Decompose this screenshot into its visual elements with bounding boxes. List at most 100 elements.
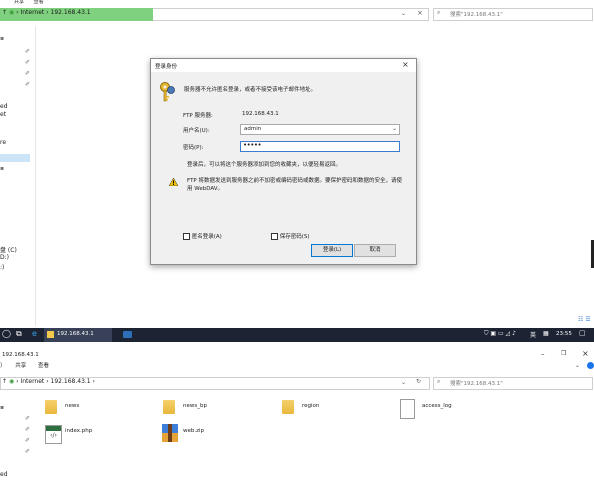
window-title: 192.168.43.1	[2, 352, 39, 358]
chevron-down-icon[interactable]: ⌄	[392, 125, 397, 132]
crumb-host[interactable]: 192.168.43.1	[51, 378, 91, 385]
crumb-sep-icon: ›	[92, 378, 95, 385]
pin-icon[interactable]: ✐	[25, 448, 30, 455]
view-toggle-icon[interactable]: ☷ ☰	[578, 316, 591, 323]
pin-icon[interactable]: ✐	[25, 81, 30, 88]
address-path[interactable]: ↑ ◉ › Internet › 192.168.43.1 ›	[2, 378, 95, 385]
sidebar-item[interactable]: re	[0, 139, 6, 146]
folder-icon[interactable]	[45, 400, 57, 414]
chevron-down-icon[interactable]: ⌄	[575, 362, 580, 369]
pin-icon[interactable]: ✐	[25, 48, 30, 55]
sidebar-item[interactable]: et	[0, 111, 6, 118]
maximize-icon[interactable]: ❐	[561, 350, 566, 357]
crumb-sep-icon: ›	[46, 9, 49, 16]
folder-icon[interactable]	[282, 400, 294, 414]
sidebar-selected-item[interactable]	[0, 154, 30, 162]
up-arrow-icon[interactable]: ↑	[2, 9, 7, 16]
app-icon[interactable]	[123, 331, 132, 338]
file-icon[interactable]	[400, 399, 415, 419]
file-item-name[interactable]: news	[65, 403, 79, 409]
ftp-server-value: 192.168.43.1	[242, 111, 279, 117]
login-button[interactable]: 登录(L)	[311, 244, 353, 257]
top-menu: 共享 查看	[0, 0, 44, 5]
dialog-titlebar	[151, 59, 416, 72]
anonymous-label: 匿名登录(A)	[191, 234, 222, 240]
address-path[interactable]: ↑ ◉ › Internet › 192.168.43.1	[2, 9, 91, 16]
globe-icon: ◉	[8, 378, 15, 385]
menu-share[interactable]: 共享	[15, 363, 26, 369]
chevron-down-icon[interactable]: ⌄	[401, 10, 406, 17]
chevron-down-icon[interactable]: ⌄	[401, 379, 406, 386]
username-combobox[interactable]	[240, 124, 400, 135]
dialog-close-icon[interactable]: ×	[402, 60, 409, 69]
globe-icon: ◉	[8, 9, 15, 16]
menu-view[interactable]: 查看	[38, 363, 49, 369]
sidebar-item[interactable]: ed	[0, 103, 8, 110]
menu-share[interactable]: 共享	[14, 0, 24, 5]
close-window-icon[interactable]: ×	[582, 349, 589, 358]
crumb-host[interactable]: 192.168.43.1	[51, 9, 91, 16]
pin-icon[interactable]: ✐	[25, 59, 30, 66]
crumb-internet[interactable]: Internet	[20, 378, 44, 385]
sidebar-item[interactable]: ed	[0, 471, 8, 478]
sidebar-item-icon[interactable]: ▪	[0, 165, 4, 172]
keyboard-icon[interactable]: ▦	[543, 330, 549, 337]
edge-icon[interactable]: e	[32, 329, 37, 338]
save-password-label: 保存密码(S)	[279, 234, 310, 240]
php-file-icon[interactable]: ‹/›	[45, 425, 62, 444]
tray-icons[interactable]: ⛉ ▣ ▭ ◿ ♪	[484, 330, 516, 338]
search-icon: ⌕	[437, 378, 441, 385]
save-password-check-box[interactable]	[271, 233, 278, 240]
drive-marker-icon: ▪	[0, 35, 5, 42]
clock[interactable]: 23:55	[556, 331, 572, 337]
sidebar-drive-d[interactable]: D:)	[0, 254, 9, 261]
pin-icon[interactable]: ✐	[25, 437, 30, 444]
close-icon[interactable]: ×	[417, 9, 423, 17]
menu-view[interactable]: 查看	[34, 0, 44, 5]
start-icon[interactable]: ◯	[2, 329, 11, 338]
minimize-icon[interactable]: –	[541, 350, 545, 358]
cancel-button[interactable]: 取消	[354, 244, 396, 257]
file-item-name[interactable]: index.php	[65, 428, 92, 434]
crumb-sep-icon: ›	[16, 9, 19, 16]
file-item-name[interactable]: web.zip	[183, 428, 204, 434]
ime-lang[interactable]: 英	[530, 330, 536, 339]
dialog-warning: FTP 将数据发送到服务器之前不加密或编码密码或数据。要保护密码和数据的安全，请…	[187, 178, 402, 192]
address-bar[interactable]	[153, 8, 429, 21]
crumb-internet[interactable]: Internet	[20, 9, 44, 16]
save-password-checkbox[interactable]: 保存密码(S)	[271, 232, 310, 240]
sidebar-drive-c[interactable]: 盘 (C)	[0, 245, 17, 254]
crumb-sep-icon: ›	[46, 378, 49, 385]
password-label: 密码(P):	[183, 145, 204, 151]
help-icon[interactable]	[587, 362, 594, 369]
taskbar-task-label: 192.168.43.1	[57, 331, 94, 337]
pin-icon[interactable]: ✐	[25, 70, 30, 77]
refresh-icon[interactable]: ↻	[416, 378, 421, 385]
bottom-window	[0, 342, 594, 486]
file-item-name[interactable]: access_log	[422, 403, 452, 409]
search-icon: ⌕	[437, 9, 441, 16]
up-arrow-icon[interactable]: ↑	[2, 378, 7, 385]
sidebar-divider	[35, 26, 36, 326]
pin-icon[interactable]: ✐	[25, 426, 30, 433]
file-item-name[interactable]: news_bp	[183, 403, 207, 409]
sidebar-bottom: ▪ ✐ ✐ ✐ ✐ ed	[0, 395, 34, 486]
folder-icon[interactable]	[163, 400, 175, 414]
sidebar-top: ▪ ✐ ✐ ✐ ✐ ed et re ▪ 盘 (C) D:) :)	[0, 26, 34, 326]
zip-file-icon[interactable]	[162, 424, 178, 442]
username-value: admin	[244, 126, 262, 132]
password-field[interactable]	[240, 141, 400, 152]
password-value: •••••	[243, 141, 262, 149]
file-item-name[interactable]: region	[302, 403, 319, 409]
pin-icon[interactable]: ✐	[25, 415, 30, 422]
task-view-icon[interactable]: ⧉	[16, 329, 22, 339]
sidebar-drive-e[interactable]: :)	[0, 264, 4, 271]
anonymous-checkbox[interactable]: 匿名登录(A)	[183, 232, 222, 240]
search-placeholder: 搜索"192.168.43.1"	[450, 12, 503, 18]
crumb-sep-icon: ›	[16, 378, 19, 385]
warning-icon	[169, 178, 178, 186]
notification-icon[interactable]: ▢	[579, 329, 586, 337]
dialog-message: 服务器不允许匿名登录，或者不接受该电子邮件地址。	[184, 87, 317, 93]
login-dialog: 登录身份 × 服务器不允许匿名登录，或者不接受该电子邮件地址。 FTP 服务器:…	[150, 58, 417, 265]
anonymous-check-box[interactable]	[183, 233, 190, 240]
